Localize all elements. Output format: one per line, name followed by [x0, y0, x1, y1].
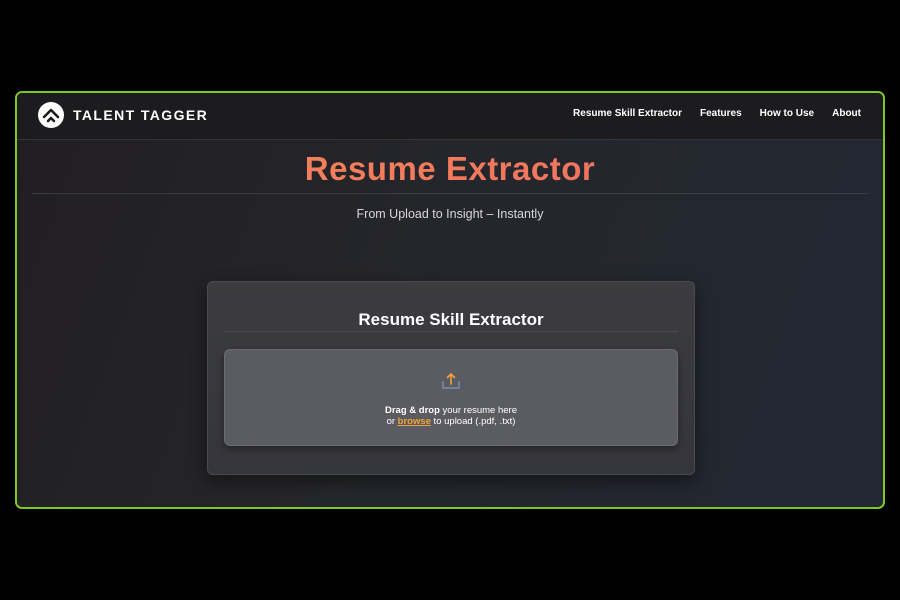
nav-links: Resume Skill Extractor Features How to U… [573, 108, 861, 119]
nav-link-how-to-use[interactable]: How to Use [760, 108, 814, 119]
nav-link-features[interactable]: Features [700, 108, 742, 119]
page-title: Resume Extractor [17, 150, 883, 188]
app-frame: TALENT TAGGER Resume Skill Extractor Fea… [15, 91, 885, 509]
extractor-card: Resume Skill Extractor Drag & drop your … [207, 281, 695, 475]
file-types-hint: to upload (.pdf, .txt) [430, 416, 516, 427]
drag-drop-label: Drag & drop [385, 405, 440, 416]
nav-link-resume-skill-extractor[interactable]: Resume Skill Extractor [573, 108, 682, 119]
card-title: Resume Skill Extractor [358, 310, 544, 329]
browse-link[interactable]: browse [398, 416, 431, 427]
upload-icon [442, 373, 460, 389]
file-dropzone[interactable]: Drag & drop your resume here or browse t… [224, 349, 678, 446]
page-subtitle: From Upload to Insight – Instantly [356, 207, 544, 221]
browse-prefix: or [386, 416, 398, 427]
dropzone-instruction: Drag & drop your resume here [225, 405, 677, 416]
dropzone-hint: or browse to upload (.pdf, .txt) [225, 416, 677, 427]
navbar: TALENT TAGGER Resume Skill Extractor Fea… [17, 93, 883, 140]
nav-link-about[interactable]: About [832, 108, 861, 119]
brand-name[interactable]: TALENT TAGGER [73, 107, 208, 123]
drag-drop-rest: your resume here [439, 405, 517, 416]
title-divider [32, 193, 868, 194]
chevron-up-logo-icon[interactable] [38, 102, 64, 128]
card-divider [224, 331, 678, 332]
